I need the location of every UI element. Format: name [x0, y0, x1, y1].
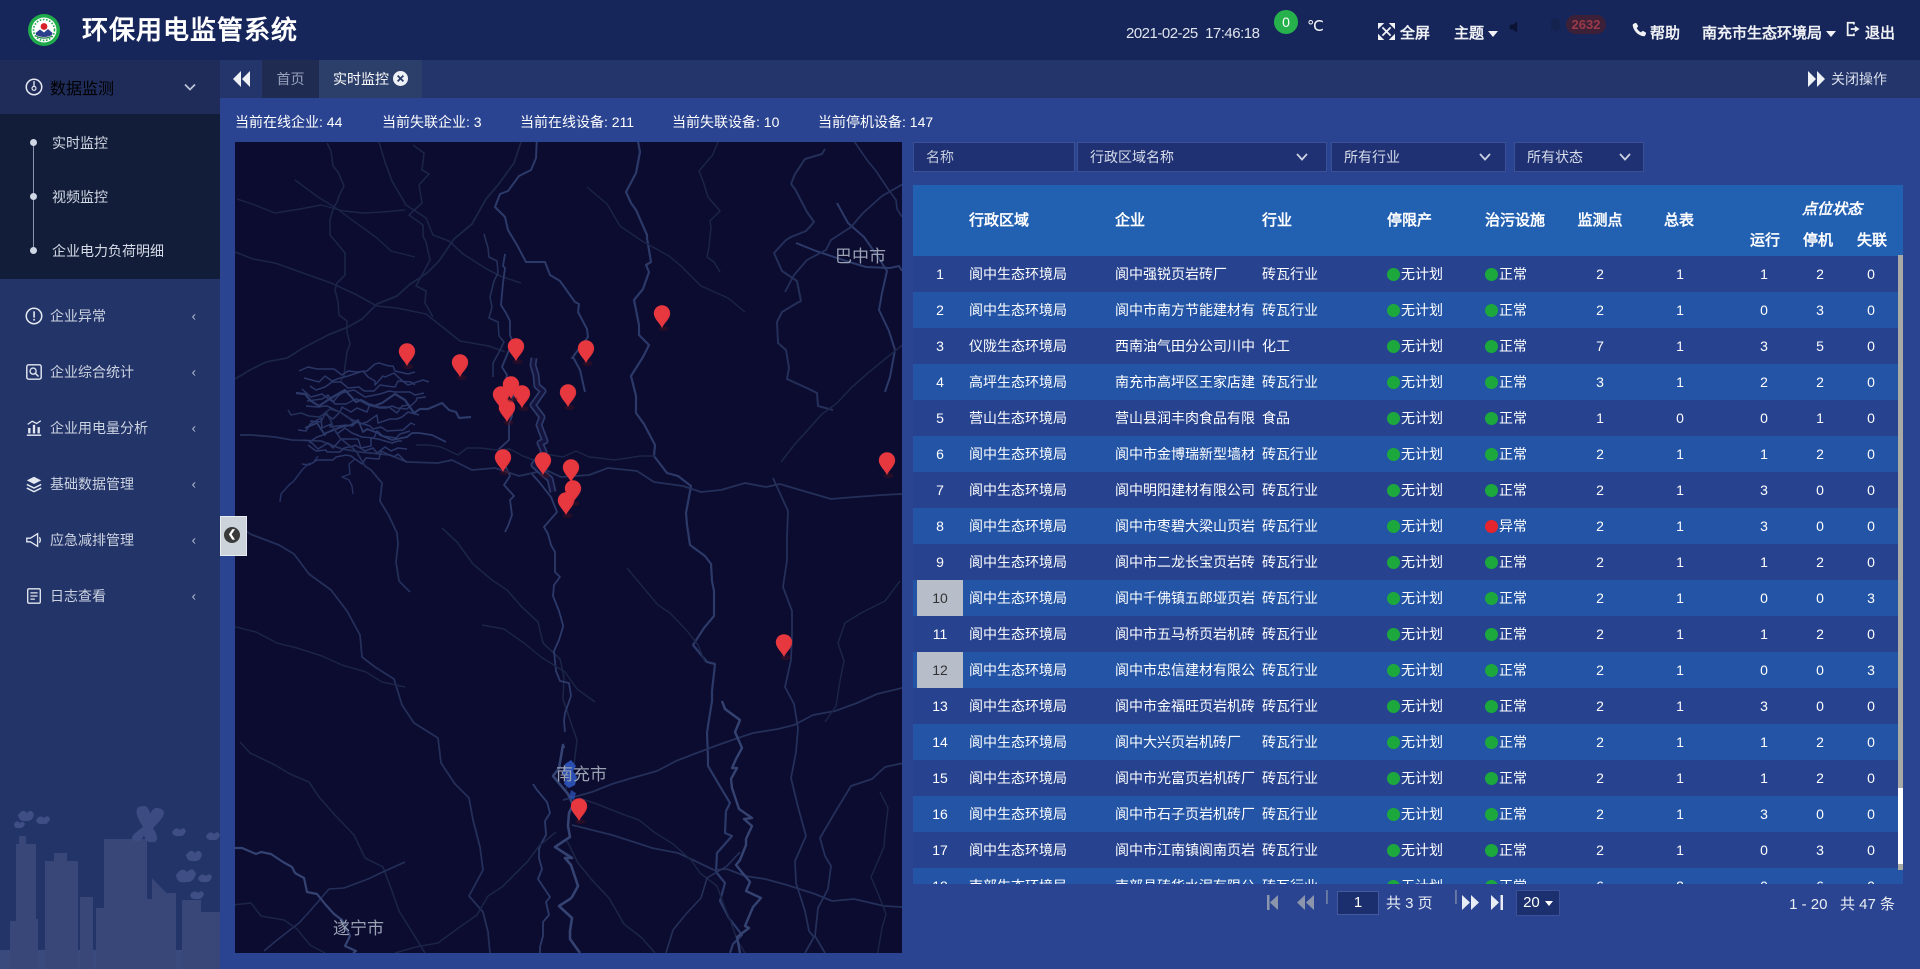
svg-text:巴中市: 巴中市: [835, 247, 886, 266]
svg-text:南充市: 南充市: [556, 765, 607, 784]
svg-text:遂宁市: 遂宁市: [333, 919, 384, 938]
